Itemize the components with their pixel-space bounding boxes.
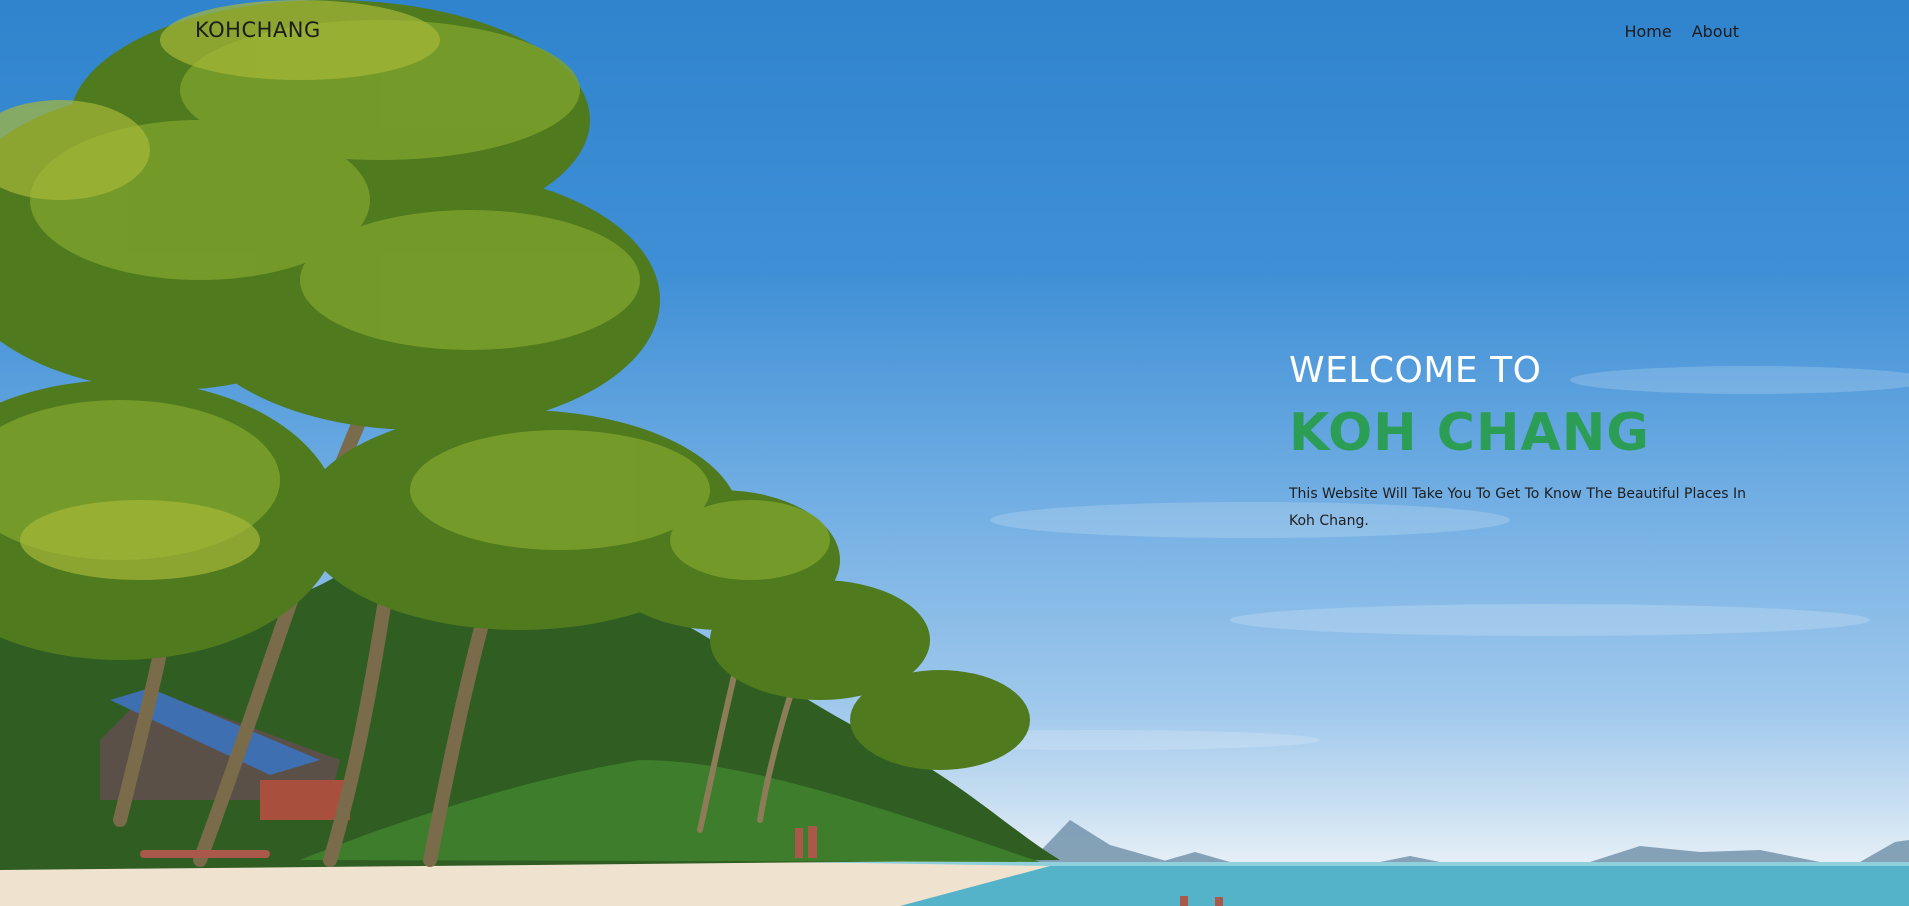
main-nav: Home About <box>1624 22 1739 41</box>
hero-description: This Website Will Take You To Get To Kno… <box>1289 486 1746 529</box>
hero-welcome-text: WELCOME TO <box>1289 350 1542 391</box>
nav-link-home[interactable]: Home <box>1624 22 1671 41</box>
hero-title: KOH CHANG <box>1289 403 1650 463</box>
nav-link-about[interactable]: About <box>1692 22 1739 41</box>
site-logo[interactable]: KOHCHANG <box>195 18 321 42</box>
hero-section: WELCOME TO KOH CHANG This Website Will T… <box>1289 350 1749 535</box>
